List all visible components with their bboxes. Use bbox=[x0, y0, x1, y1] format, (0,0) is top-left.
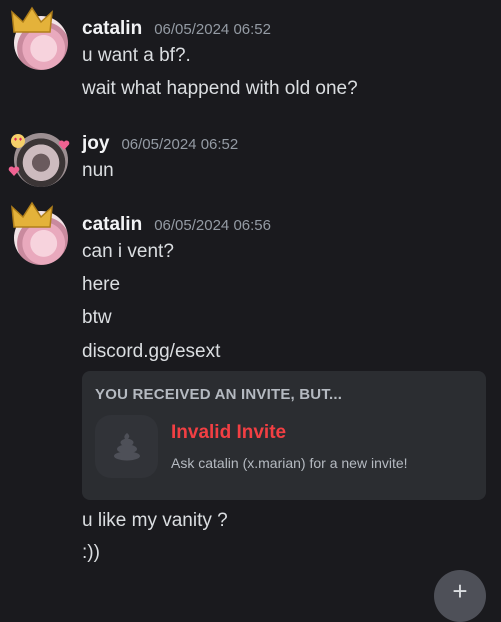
invite-embed: YOU RECEIVED AN INVITE, BUT... Invalid I… bbox=[82, 371, 486, 500]
message-text: btw bbox=[82, 307, 112, 328]
avatar-catalin[interactable] bbox=[11, 201, 68, 265]
add-button[interactable]: + bbox=[434, 570, 486, 622]
message-text: wait what happend with old one? bbox=[82, 78, 358, 99]
heart-icon bbox=[58, 140, 70, 150]
crown-icon bbox=[11, 201, 53, 228]
message-header: catalin 06/05/2024 06:52 bbox=[82, 18, 271, 40]
message-text: can i vent? bbox=[82, 241, 174, 262]
message-text: u like my vanity ? bbox=[82, 510, 228, 531]
poop-icon bbox=[114, 433, 140, 461]
invite-link[interactable]: discord.gg/esext bbox=[82, 341, 220, 363]
heart-eyes-icon bbox=[11, 134, 25, 148]
message-text: :)) bbox=[82, 542, 100, 563]
invite-embed-header: YOU RECEIVED AN INVITE, BUT... bbox=[95, 386, 343, 403]
timestamp: 06/05/2024 06:56 bbox=[154, 217, 271, 234]
message-text: nun bbox=[82, 160, 114, 181]
message-text: u want a bf?. bbox=[82, 45, 191, 66]
crown-icon bbox=[11, 6, 53, 33]
username[interactable]: joy bbox=[82, 133, 109, 155]
message-header: joy 06/05/2024 06:52 bbox=[82, 133, 238, 155]
avatar-joy[interactable] bbox=[8, 133, 70, 187]
timestamp: 06/05/2024 06:52 bbox=[154, 21, 271, 38]
username[interactable]: catalin bbox=[82, 18, 142, 40]
message-text: here bbox=[82, 274, 121, 295]
message-header: catalin 06/05/2024 06:56 bbox=[82, 214, 271, 236]
avatar-catalin[interactable] bbox=[11, 6, 68, 70]
username[interactable]: catalin bbox=[82, 214, 142, 236]
heart-icon bbox=[8, 166, 20, 176]
timestamp: 06/05/2024 06:52 bbox=[121, 136, 239, 153]
invite-subtitle: Ask catalin (x.marian) for a new invite! bbox=[171, 455, 408, 471]
invite-title: Invalid Invite bbox=[171, 422, 287, 443]
invalid-invite-icon bbox=[95, 415, 158, 478]
plus-icon: + bbox=[452, 576, 468, 606]
